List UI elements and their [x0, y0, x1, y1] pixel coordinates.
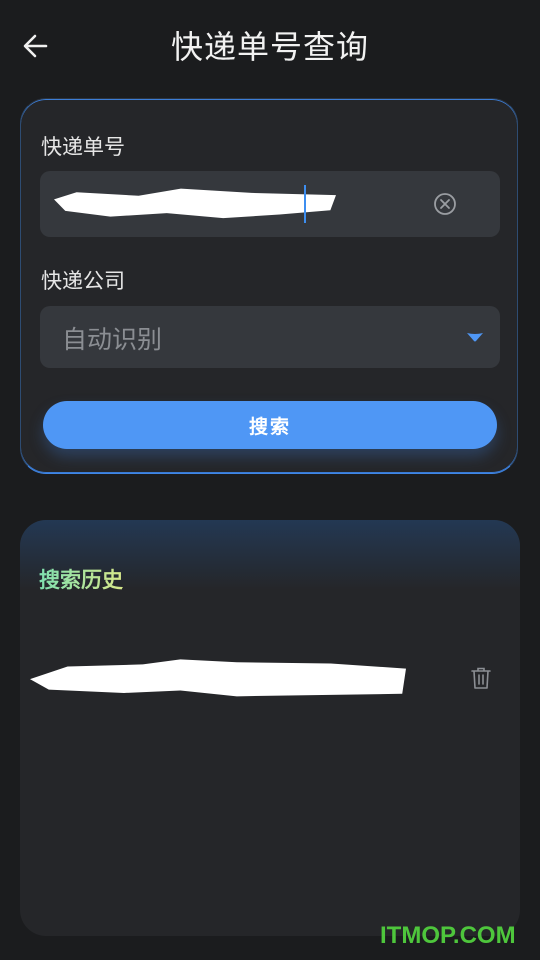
query-card: 快递单号 快递公司 自动识别 搜索 [20, 98, 518, 474]
page-title: 快递单号查询 [170, 28, 369, 66]
triangle-down-icon [467, 333, 483, 342]
search-button[interactable]: 搜索 [43, 401, 497, 449]
tracking-number-label: 快递单号 [41, 135, 125, 159]
site-watermark: ITMOP.COM [380, 922, 516, 949]
trash-icon [471, 667, 491, 689]
courier-company-label: 快递公司 [41, 269, 125, 293]
delete-history-button[interactable] [470, 666, 492, 690]
top-bar: 快递单号查询 [0, 0, 540, 90]
courier-company-value: 自动识别 [62, 325, 163, 354]
text-caret [304, 185, 306, 223]
redaction-scribble [30, 659, 406, 697]
circle-x-icon [434, 193, 456, 215]
search-history-title: 搜索历史 [39, 564, 123, 594]
search-history-card: 搜索历史 [20, 520, 520, 936]
clear-button[interactable] [433, 192, 457, 216]
history-list-item[interactable] [20, 652, 520, 708]
courier-company-select[interactable]: 自动识别 [40, 306, 500, 368]
tracking-number-input[interactable] [40, 171, 500, 237]
